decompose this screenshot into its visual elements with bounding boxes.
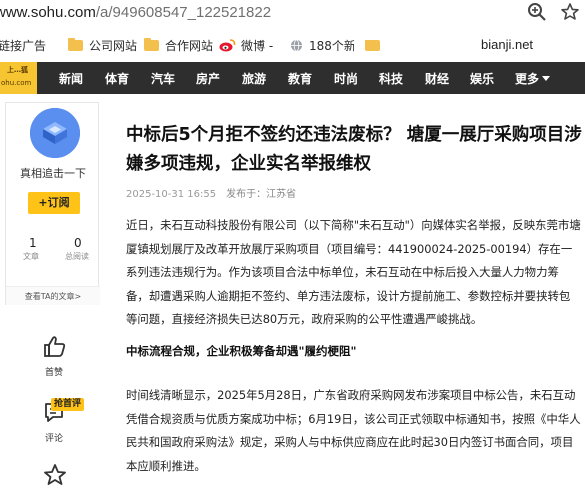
publish-location: 发布于：江苏省 [226,189,297,200]
zoom-in-icon[interactable] [527,2,547,22]
folder-icon [365,39,380,51]
view-articles-link[interactable]: 查看TA的文章> [6,286,100,305]
avatar[interactable] [30,108,80,158]
logo-text: 上…狐 [7,66,28,74]
articles-count: 1 [29,236,37,250]
folder-icon [144,37,159,51]
nav-item-news[interactable]: 新闻 [59,70,83,87]
chevron-down-icon[interactable] [542,76,550,81]
nav-item-auto[interactable]: 汽车 [151,70,175,87]
nav-item-sports[interactable]: 体育 [105,70,129,87]
author-card: 真相追击一下 +订阅 1 文章 0 总阅读 查看TA的文章> [5,102,100,305]
nav-item-tech[interactable]: 科技 [379,70,403,87]
globe-icon [291,39,302,51]
comment-label[interactable]: 评论 [45,431,63,444]
thumbs-up-icon[interactable] [40,332,70,362]
articles-label: 文章 [23,252,39,261]
avatar-image [30,108,80,158]
bookmark-label: 微博 - [241,38,274,53]
nav-item-house[interactable]: 房产 [196,70,220,87]
nav-item-fashion[interactable]: 时尚 [334,70,358,87]
url-path: /a/949608547_122521822 [95,3,272,21]
article-title: 中标后5个月拒不签约还违法废标？ 塘厦一展厅采购项目涉嫌多项违规，企业实名举报维… [126,125,582,174]
bookmark-label: 合作网站 [165,38,214,53]
bookmark-label: 188个新 [309,38,354,53]
sohu-logo[interactable]: 上…狐 ohu.com [0,62,37,94]
bookmark-label: 链接广告 [0,38,47,53]
bookmark-item-188[interactable]: 188个新 [290,37,354,54]
reads-label: 总阅读 [65,252,89,261]
url-text[interactable]: www.sohu.com/a/949608547_122521822 [0,4,271,21]
bookmark-item-partner[interactable]: 合作网站 [144,37,213,54]
author-name[interactable]: 真相追击一下 [6,165,100,181]
follow-button[interactable]: +订阅 [28,192,80,214]
logo-subtext: ohu.com [1,79,32,87]
publish-date: 2025-10-31 16:55 [126,189,217,200]
address-bar[interactable]: www.sohu.com/a/949608547_122521822 [0,0,585,24]
nav-more[interactable]: 更多 [515,70,539,87]
bookmark-item-ads[interactable]: 链接广告 [0,37,56,54]
bookmark-item-company[interactable]: 公司网站 [68,37,137,54]
folder-icon [68,37,83,51]
favorite-star-icon[interactable] [40,461,70,489]
bookmark-label: 公司网站 [89,38,138,53]
weibo-icon [219,39,236,52]
bookmark-item-weibo[interactable]: 微博 - [219,37,273,54]
bookmark-star-icon[interactable] [560,2,580,22]
nav-item-entertainment[interactable]: 娱乐 [470,70,494,87]
article-subheading: 中标流程合规，企业积极筹备却遇"履约梗阻" [126,344,357,358]
article-paragraph: 近日，未石互动科技股份有限公司（以下简称"未石互动"）向媒体实名举报，反映东莞市… [126,218,581,326]
bookmark-item-folder[interactable] [365,39,386,51]
article-meta: 2025-10-31 16:55 发布于：江苏省 [126,185,296,200]
site-nav: 上…狐 ohu.com 新闻 体育 汽车 房产 旅游 教育 时尚 科技 财经 娱… [0,62,585,94]
url-host: www.sohu.com [0,3,96,21]
article-paragraph: 时间线清晰显示，2025年5月28日，广东省政府采购网发布涉案项目中标公告，未石… [126,388,581,473]
comment-badge: 抢首评 [51,398,85,411]
bookmark-bianji[interactable]: bianji.net [481,37,533,52]
like-label[interactable]: 首赞 [45,365,63,378]
nav-item-education[interactable]: 教育 [288,70,312,87]
nav-item-finance[interactable]: 财经 [425,70,449,87]
reads-count: 0 [74,236,82,250]
nav-item-travel[interactable]: 旅游 [242,70,266,87]
